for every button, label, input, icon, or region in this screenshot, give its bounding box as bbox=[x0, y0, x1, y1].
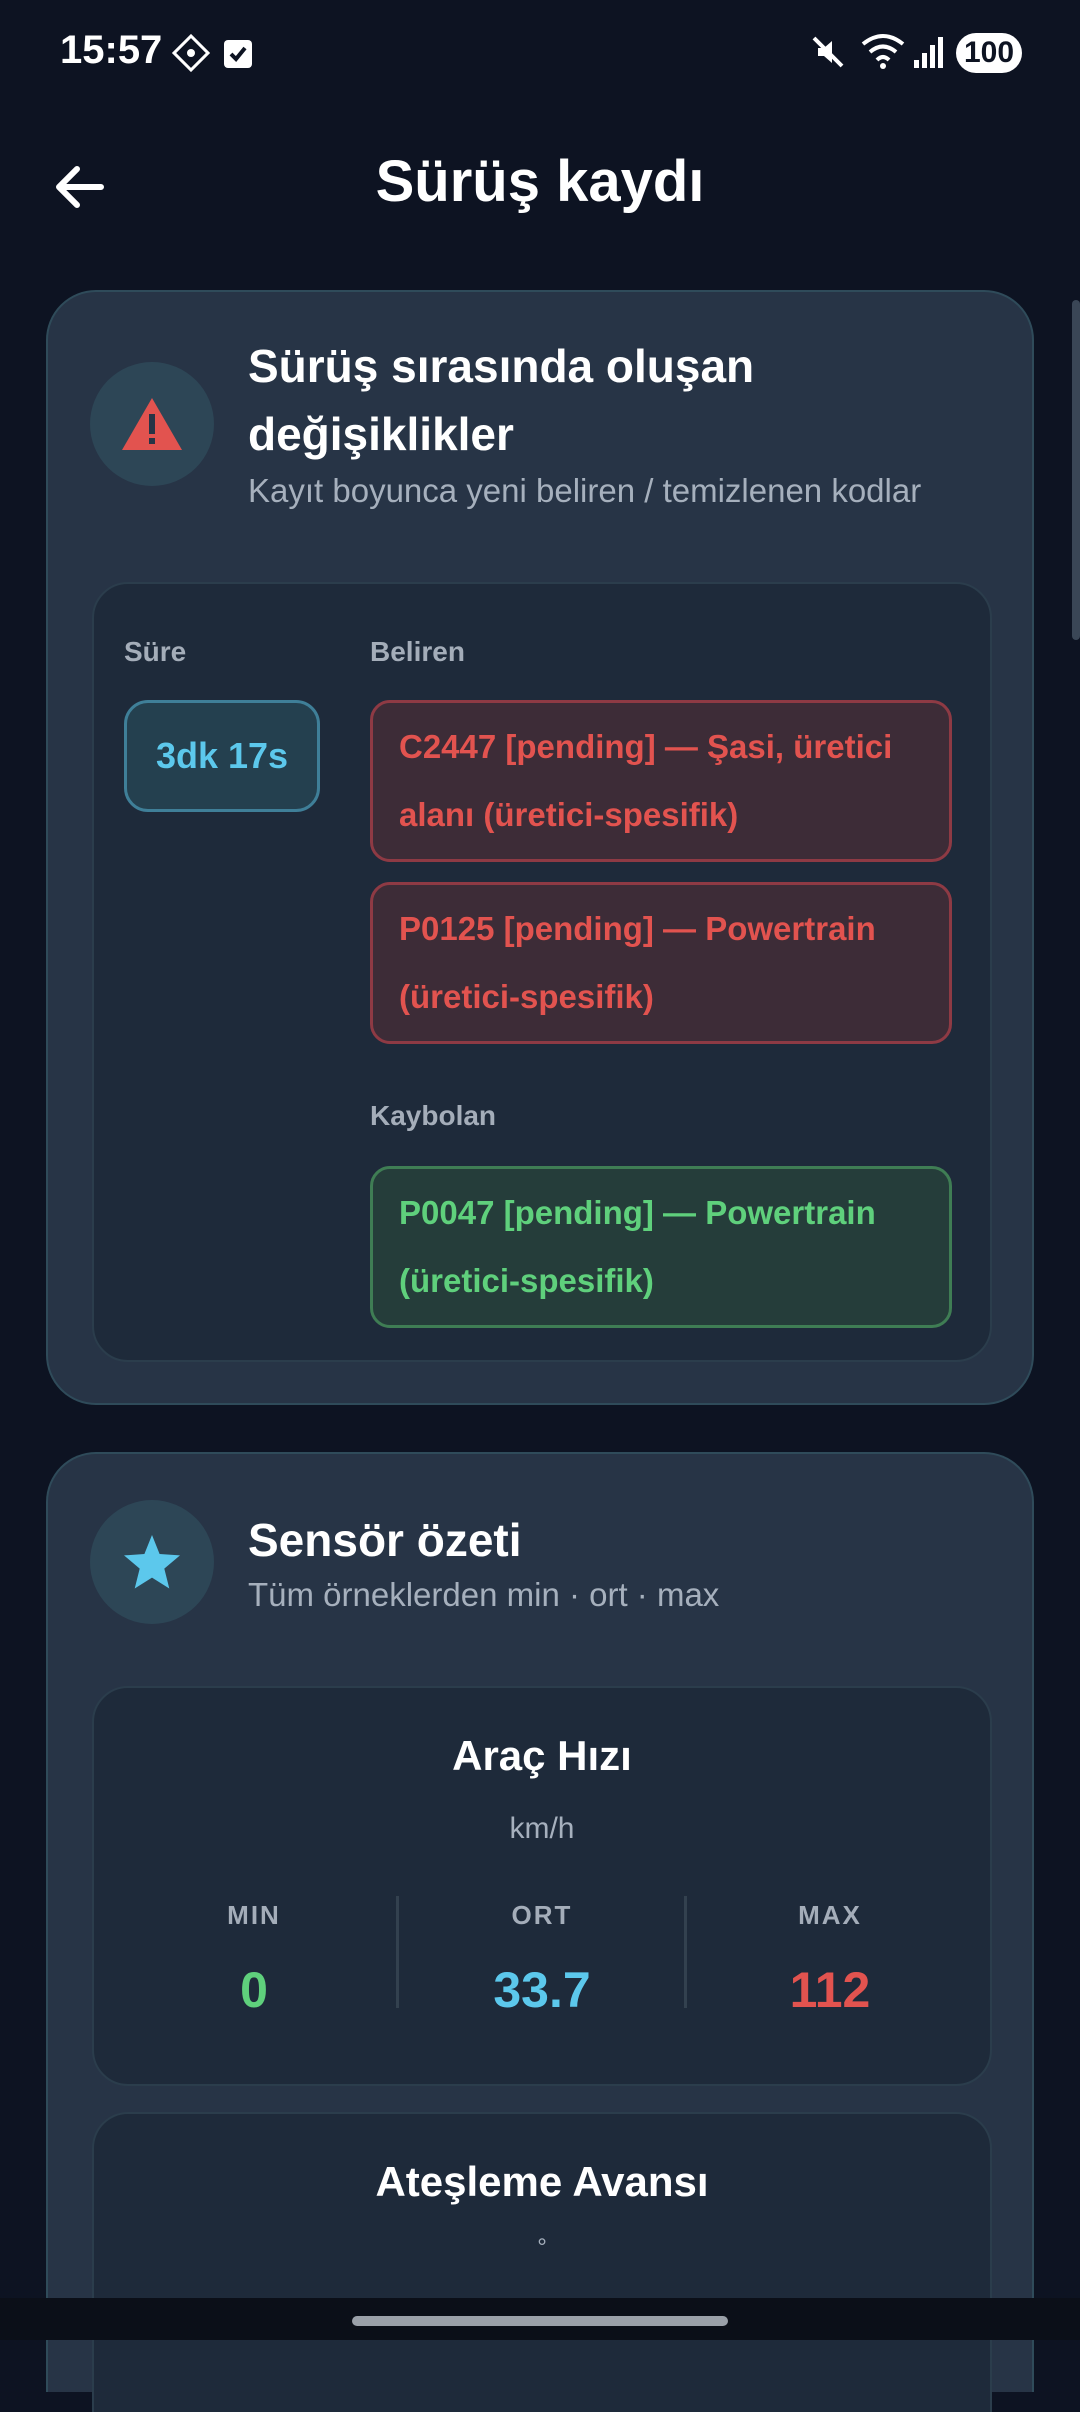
stat-min-label: MIN bbox=[227, 1900, 281, 1930]
sensor-card-title: Sensör özeti bbox=[248, 1514, 522, 1566]
sensor-stat-panel: Araç Hızı km/h MIN 0 ORT 33.7 MAX 112 bbox=[92, 1686, 992, 2086]
cleared-code-chip[interactable]: P0047 [pending] — Powertrain (üretici-sp… bbox=[370, 1166, 952, 1328]
sensor-summary-card: Sensör özeti Tüm örneklerden min · ort ·… bbox=[46, 1452, 1034, 2412]
mute-icon bbox=[810, 34, 846, 75]
stat-avg: ORT 33.7 bbox=[398, 1900, 686, 2019]
code-chip-line: (üretici-spesifik) bbox=[399, 978, 654, 1015]
task-check-icon bbox=[222, 36, 254, 75]
wifi-icon bbox=[860, 32, 906, 75]
app-bar: Sürüş kaydı bbox=[0, 130, 1080, 240]
stat-avg-label: ORT bbox=[511, 1900, 573, 1930]
scrollbar[interactable] bbox=[1072, 300, 1080, 640]
changes-card-subtitle: Kayıt boyunca yeni beliren / temizlenen … bbox=[248, 472, 922, 509]
home-indicator[interactable] bbox=[352, 2316, 728, 2326]
stat-avg-value: 33.7 bbox=[493, 1962, 591, 2018]
sensor-name: Ateşleme Avansı bbox=[375, 2158, 709, 2205]
appeared-code-chip[interactable]: C2447 [pending] — Şasi, üretici alanı (ü… bbox=[370, 700, 952, 862]
battery-indicator: 100 bbox=[956, 33, 1022, 73]
code-chip-line: P0047 [pending] — Powertrain bbox=[399, 1194, 876, 1231]
page-title: Sürüş kaydı bbox=[375, 149, 705, 214]
code-chip-line: C2447 [pending] — Şasi, üretici bbox=[399, 728, 893, 765]
changes-title-line1: Sürüş sırasında oluşan bbox=[248, 340, 755, 392]
sensor-unit: km/h bbox=[509, 1812, 575, 1845]
warning-icon bbox=[122, 398, 182, 450]
stat-min: MIN 0 bbox=[110, 1900, 398, 2019]
stat-max-value: 112 bbox=[789, 1962, 871, 2018]
changes-card: Sürüş sırasında oluşan değişiklikler Kay… bbox=[46, 290, 1034, 1405]
sensor-stat-panel: Ateşleme Avansı ° bbox=[92, 2112, 992, 2412]
sensor-name: Araç Hızı bbox=[452, 1732, 632, 1779]
status-time: 15:57 bbox=[60, 28, 163, 72]
star-icon bbox=[124, 1535, 180, 1589]
warning-avatar bbox=[90, 362, 214, 486]
duration-label: Süre bbox=[124, 636, 187, 667]
code-chip-line: P0125 [pending] — Powertrain bbox=[399, 910, 876, 947]
appeared-label: Beliren bbox=[370, 636, 465, 667]
stat-min-value: 0 bbox=[240, 1962, 268, 2018]
stat-max-label: MAX bbox=[798, 1900, 862, 1930]
sensor-unit: ° bbox=[537, 2234, 547, 2261]
signal-icon bbox=[912, 34, 946, 75]
appeared-code-chip[interactable]: P0125 [pending] — Powertrain (üretici-sp… bbox=[370, 882, 952, 1044]
sensor-card-subtitle: Tüm örneklerden min · ort · max bbox=[248, 1576, 720, 1613]
duration-chip: 3dk 17s bbox=[124, 700, 320, 812]
stat-max: MAX 112 bbox=[686, 1900, 974, 2019]
app-notification-icon bbox=[171, 33, 211, 77]
status-bar: 15:57 100 bbox=[0, 0, 1080, 105]
changes-card-title: Sürüş sırasında oluşan değişiklikler bbox=[248, 332, 754, 468]
code-chip-line: alanı (üretici-spesifik) bbox=[399, 796, 739, 833]
code-chip-line: (üretici-spesifik) bbox=[399, 1262, 654, 1299]
star-avatar bbox=[90, 1500, 214, 1624]
cleared-label: Kaybolan bbox=[370, 1100, 497, 1131]
changes-panel: Süre 3dk 17s Beliren C2447 [pending] — Ş… bbox=[92, 582, 992, 1362]
changes-title-line2: değişiklikler bbox=[248, 408, 514, 460]
